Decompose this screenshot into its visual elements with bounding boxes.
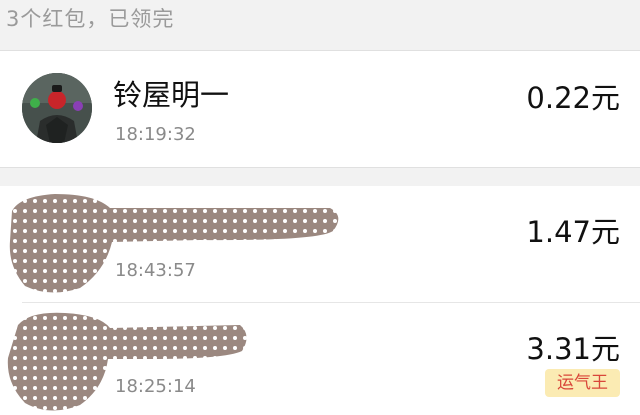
summary-text: 3个红包，已领完	[6, 7, 175, 31]
avatar-image	[22, 73, 92, 143]
summary-header: 3个红包，已领完	[0, 0, 640, 51]
record-row[interactable]: 铃屋明一 18:19:32 0.22元	[0, 51, 640, 167]
record-row[interactable]: 18:43:57 1.47元	[0, 186, 640, 302]
user-avatar[interactable]	[22, 73, 92, 143]
claim-time: 18:25:14	[115, 376, 196, 397]
claim-time: 18:43:57	[115, 260, 196, 281]
record-row[interactable]: 18:25:14 3.31元 运气王	[0, 303, 640, 415]
claim-time: 18:19:32	[115, 124, 196, 145]
section-gap	[0, 167, 640, 187]
claim-amount: 3.31元	[526, 332, 620, 366]
claim-amount: 0.22元	[526, 81, 620, 115]
luckiest-badge: 运气王	[545, 369, 620, 397]
user-name: 铃屋明一	[113, 78, 230, 112]
claim-amount: 1.47元	[526, 215, 620, 249]
